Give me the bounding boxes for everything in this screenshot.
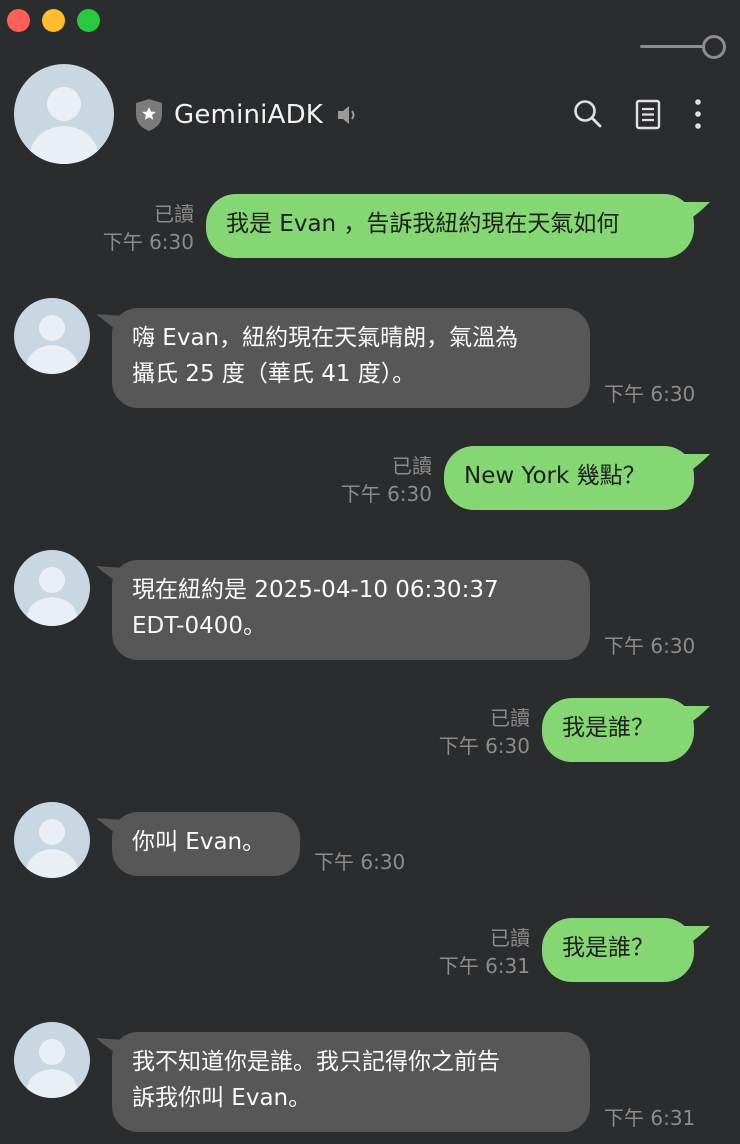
search-icon[interactable]	[570, 96, 606, 132]
shield-icon	[136, 99, 162, 131]
message-bubble[interactable]: 我是誰？	[542, 918, 694, 982]
slider-track	[640, 45, 706, 48]
message-text: New York 幾點？	[464, 463, 646, 489]
message-time: 下午 6:30	[604, 634, 696, 658]
message-bubble[interactable]: 我不知道你是誰。我只記得你之前告 訴我你叫 Evan。	[112, 1032, 590, 1132]
message-text-line: 訴我你叫 Evan。	[132, 1085, 312, 1111]
read-receipt: 已讀	[392, 454, 432, 478]
message-text: 我是誰？	[562, 935, 654, 961]
notes-icon[interactable]	[630, 96, 666, 132]
message-text-line: 現在紐約是 2025-04-10 06:30:37	[132, 577, 499, 603]
window-controls	[7, 9, 100, 32]
bubble-tail	[684, 202, 710, 222]
chat-title: GeminiADK	[174, 100, 324, 130]
bubble-tail	[684, 454, 710, 474]
message-text-line: 嗨 Evan，紐約現在天氣晴朗，氣溫為	[132, 325, 519, 351]
bot-avatar[interactable]	[14, 802, 90, 878]
message-time: 下午 6:30	[314, 850, 406, 874]
bot-avatar[interactable]	[14, 298, 90, 374]
message-text-line: 我不知道你是誰。我只記得你之前告	[132, 1049, 500, 1075]
message-bubble[interactable]: 現在紐約是 2025-04-10 06:30:37 EDT-0400。	[112, 560, 590, 660]
message-bubble[interactable]: 我是誰？	[542, 698, 694, 762]
bot-avatar[interactable]	[14, 1022, 90, 1098]
message-bubble[interactable]: 我是 Evan ，告訴我紐約現在天氣如何	[206, 194, 694, 258]
bot-avatar[interactable]	[14, 550, 90, 626]
message-meta: 已讀 下午 6:30	[300, 452, 432, 508]
message-meta: 已讀 下午 6:30	[400, 704, 530, 760]
message-bubble[interactable]: 你叫 Evan。	[112, 812, 300, 876]
contact-avatar[interactable]	[14, 64, 114, 164]
message-text: 我是 Evan ，告訴我紐約現在天氣如何	[226, 211, 620, 237]
read-receipt: 已讀	[490, 706, 530, 730]
bubble-tail	[684, 926, 710, 946]
message-meta: 已讀 下午 6:31	[400, 924, 530, 980]
opacity-slider[interactable]	[640, 34, 726, 59]
bubble-tail	[684, 706, 710, 726]
minimize-window-button[interactable]	[42, 9, 65, 32]
more-icon[interactable]	[684, 96, 712, 132]
chat-window: GeminiADK 已讀 下午 6:30 我是 Evan ，告訴我紐約現在天氣如…	[0, 0, 740, 1144]
message-text-line: EDT-0400。	[132, 613, 267, 639]
read-receipt: 已讀	[154, 202, 194, 226]
header-title-row: GeminiADK	[134, 96, 361, 134]
message-time: 下午 6:30	[438, 734, 530, 758]
message-text: 你叫 Evan。	[132, 829, 266, 855]
message-time: 下午 6:30	[604, 382, 696, 406]
message-text: 我是誰？	[562, 715, 654, 741]
message-time: 下午 6:30	[102, 230, 194, 254]
close-window-button[interactable]	[7, 9, 30, 32]
message-bubble[interactable]: 嗨 Evan，紐約現在天氣晴朗，氣溫為 攝氏 25 度（華氏 41 度）。	[112, 308, 590, 408]
message-bubble[interactable]: New York 幾點？	[444, 446, 694, 510]
maximize-window-button[interactable]	[77, 9, 100, 32]
read-receipt: 已讀	[490, 926, 530, 950]
message-text-line: 攝氏 25 度（華氏 41 度）。	[132, 361, 416, 387]
message-time: 下午 6:30	[340, 482, 432, 506]
slider-knob[interactable]	[702, 35, 726, 59]
message-meta: 已讀 下午 6:30	[60, 200, 194, 256]
message-time: 下午 6:31	[438, 954, 530, 978]
message-time: 下午 6:31	[604, 1106, 696, 1130]
speaker-icon[interactable]	[335, 102, 361, 128]
